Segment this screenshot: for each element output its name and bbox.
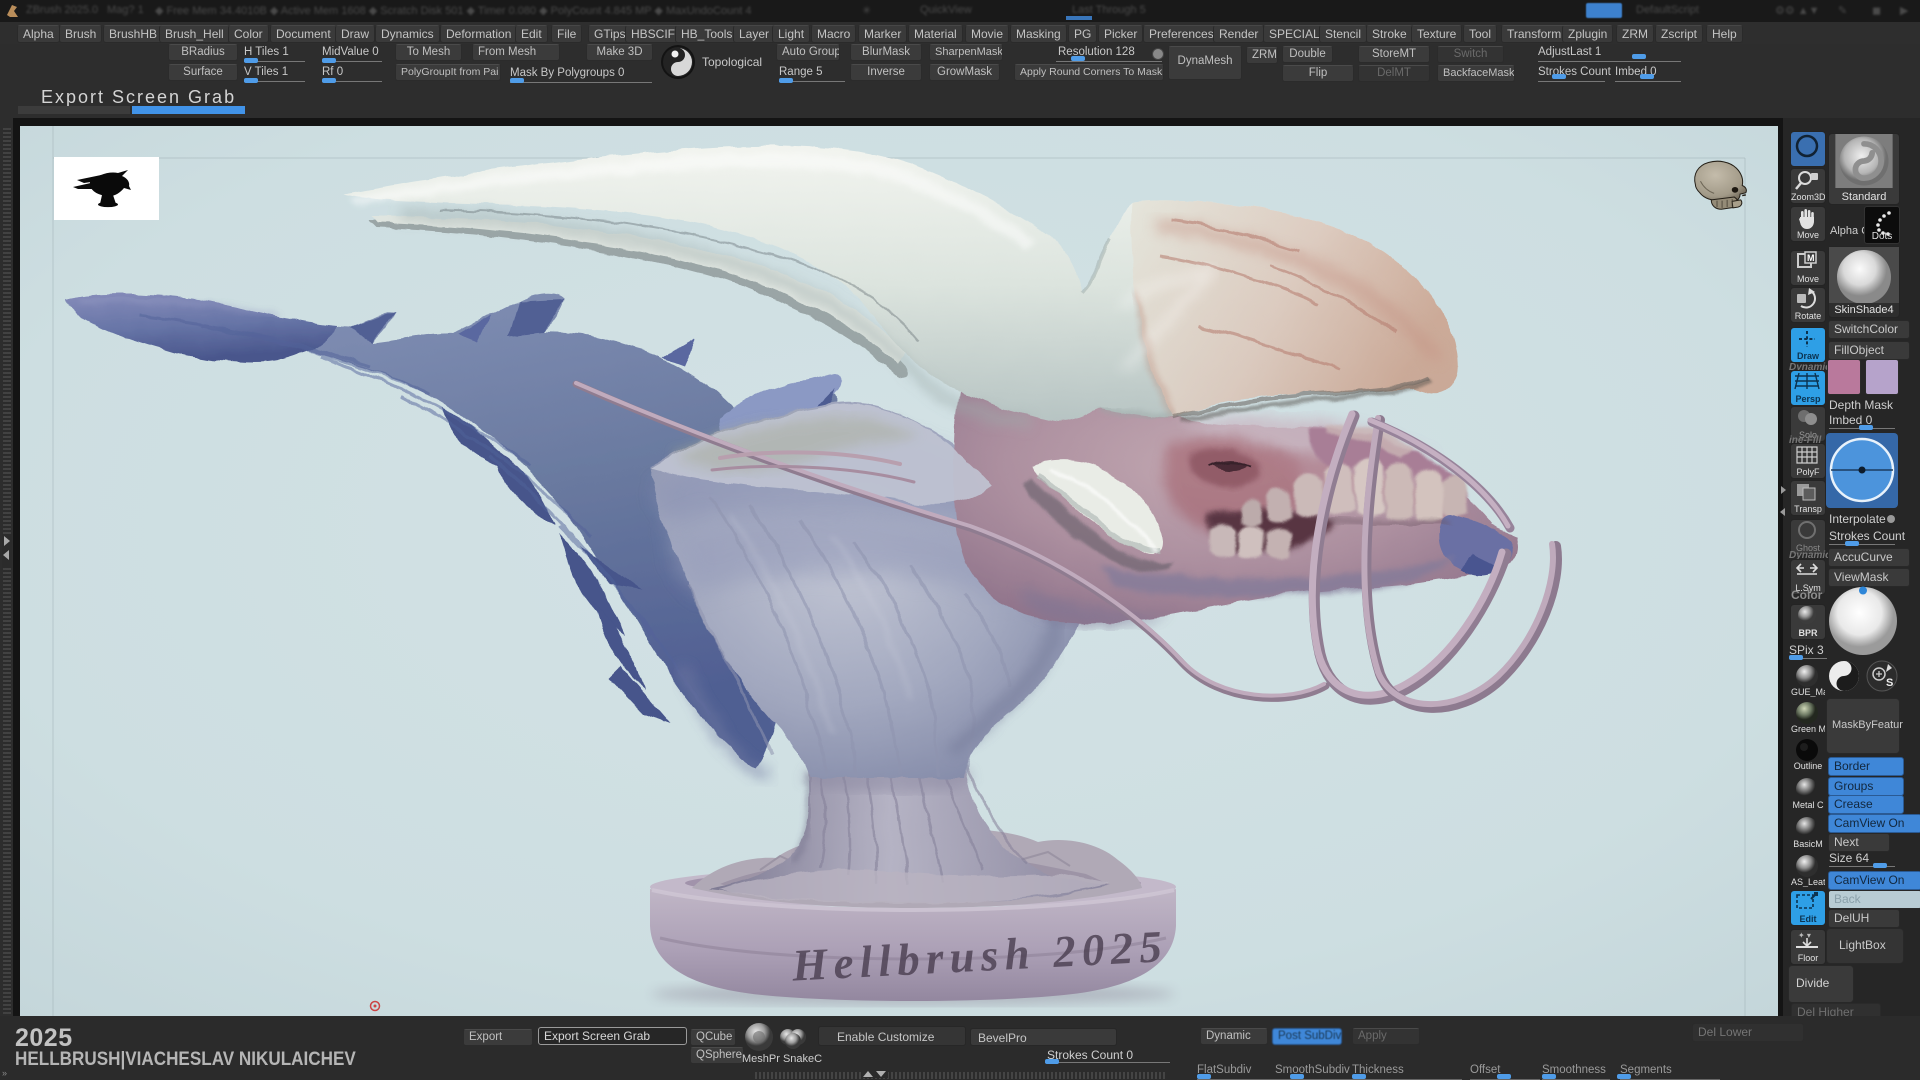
svg-text:M: M xyxy=(1807,253,1815,263)
svg-text:S: S xyxy=(1886,677,1893,689)
svg-text:✦ ▾: ✦ ▾ xyxy=(1798,931,1811,940)
